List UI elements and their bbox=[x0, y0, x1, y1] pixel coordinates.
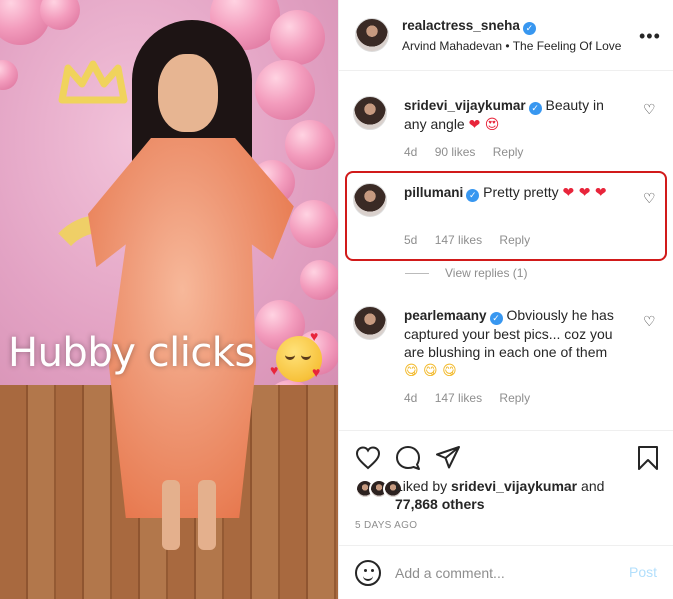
like-comment-heart-icon[interactable]: ♡ bbox=[643, 102, 657, 116]
heart-icon: ♥ bbox=[270, 362, 279, 378]
comment-username[interactable]: pillumani bbox=[404, 185, 463, 200]
add-comment-input[interactable] bbox=[395, 564, 615, 582]
comment-meta: 5d 147 likes Reply bbox=[404, 233, 544, 247]
post-actions: Liked by sridevi_vijaykumar and 77,868 o… bbox=[339, 430, 673, 545]
liked-by-joiner: and bbox=[581, 478, 605, 494]
comment-username[interactable]: pearlemaany bbox=[404, 308, 487, 323]
share-paper-plane-icon[interactable] bbox=[435, 445, 461, 471]
heart-icon: ♥ bbox=[312, 364, 321, 380]
avatar[interactable] bbox=[353, 306, 387, 340]
post-sidebar: realactress_sneha ✓ Arvind Mahadevan • Th… bbox=[338, 0, 673, 599]
liked-by-text: Liked by sridevi_vijaykumar and 77,868 o… bbox=[395, 477, 615, 513]
person-figure bbox=[70, 10, 294, 570]
more-options-icon[interactable]: ••• bbox=[639, 26, 661, 47]
post-header: realactress_sneha ✓ Arvind Mahadevan • Th… bbox=[339, 0, 673, 71]
view-replies-label: View replies (1) bbox=[445, 266, 528, 280]
leg bbox=[198, 480, 216, 550]
comment-username[interactable]: sridevi_vijaykumar bbox=[404, 98, 526, 113]
comment-likes[interactable]: 147 likes bbox=[435, 233, 482, 247]
avatar[interactable] bbox=[353, 96, 387, 130]
like-comment-heart-icon[interactable]: ♡ bbox=[643, 314, 657, 328]
comment-body: sridevi_vijaykumar ✓ Beauty in any angle … bbox=[404, 96, 629, 134]
comment-body: pillumani ✓ Pretty pretty ❤ ❤ ❤ bbox=[404, 183, 629, 202]
post-timestamp[interactable]: 5 DAYS AGO bbox=[355, 520, 417, 531]
post-photo[interactable]: Hubby clicks ♥ ♥ ♥ bbox=[0, 0, 338, 599]
audio-label[interactable]: Arvind Mahadevan • The Feeling Of Love bbox=[402, 39, 621, 53]
balloon bbox=[300, 260, 338, 300]
author-username[interactable]: realactress_sneha bbox=[402, 18, 520, 33]
verified-badge-icon: ✓ bbox=[528, 102, 542, 115]
verified-badge-icon: ✓ bbox=[522, 22, 536, 35]
comment-body: pearlemaany ✓ Obviously he has captured y… bbox=[404, 306, 629, 380]
view-replies-button[interactable]: View replies (1) bbox=[405, 266, 527, 280]
comment-emoji: 😋 😋 😋 bbox=[404, 363, 457, 379]
liked-by-prefix: Liked by bbox=[395, 478, 448, 494]
like-heart-icon[interactable] bbox=[355, 445, 381, 471]
liked-by-user[interactable]: sridevi_vijaykumar bbox=[451, 478, 577, 494]
avatar[interactable] bbox=[355, 18, 389, 52]
comment-text: Pretty pretty bbox=[483, 184, 559, 200]
comment-composer: Post bbox=[339, 545, 673, 599]
verified-badge-icon: ✓ bbox=[466, 189, 480, 202]
face bbox=[158, 54, 218, 132]
emoji-picker-icon[interactable] bbox=[355, 560, 381, 586]
heart-icon: ♥ bbox=[310, 328, 319, 344]
comment-age: 4d bbox=[404, 145, 418, 159]
comment-age: 4d bbox=[404, 391, 418, 405]
save-bookmark-icon[interactable] bbox=[635, 445, 661, 471]
likes-count[interactable]: 77,868 others bbox=[395, 496, 485, 512]
comment-emoji: ❤ ❤ ❤ bbox=[562, 185, 607, 201]
comment-emoji: ❤ 😍 bbox=[468, 117, 500, 133]
avatar[interactable] bbox=[353, 183, 387, 217]
comment-likes[interactable]: 147 likes bbox=[435, 391, 482, 405]
comment-meta: 4d 147 likes Reply bbox=[404, 391, 544, 405]
reply-button[interactable]: Reply bbox=[499, 391, 530, 405]
divider bbox=[405, 273, 429, 275]
comment-meta: 4d 90 likes Reply bbox=[404, 145, 537, 159]
reply-button[interactable]: Reply bbox=[499, 233, 530, 247]
comment-age: 5d bbox=[404, 233, 418, 247]
balloon bbox=[285, 120, 335, 170]
comment-bubble-icon[interactable] bbox=[395, 445, 421, 471]
balloon bbox=[270, 10, 325, 65]
comment-likes[interactable]: 90 likes bbox=[435, 145, 476, 159]
like-comment-heart-icon[interactable]: ♡ bbox=[643, 191, 657, 205]
post-comment-button[interactable]: Post bbox=[629, 564, 657, 580]
balloon bbox=[290, 200, 338, 248]
verified-badge-icon: ✓ bbox=[489, 312, 503, 325]
smiling-face-with-hearts-icon: ♥ ♥ ♥ bbox=[270, 328, 322, 382]
author: realactress_sneha ✓ bbox=[402, 18, 536, 35]
leg bbox=[162, 480, 180, 550]
reply-button[interactable]: Reply bbox=[493, 145, 524, 159]
photo-caption: Hubby clicks bbox=[8, 330, 255, 376]
floral-dress bbox=[88, 138, 294, 518]
